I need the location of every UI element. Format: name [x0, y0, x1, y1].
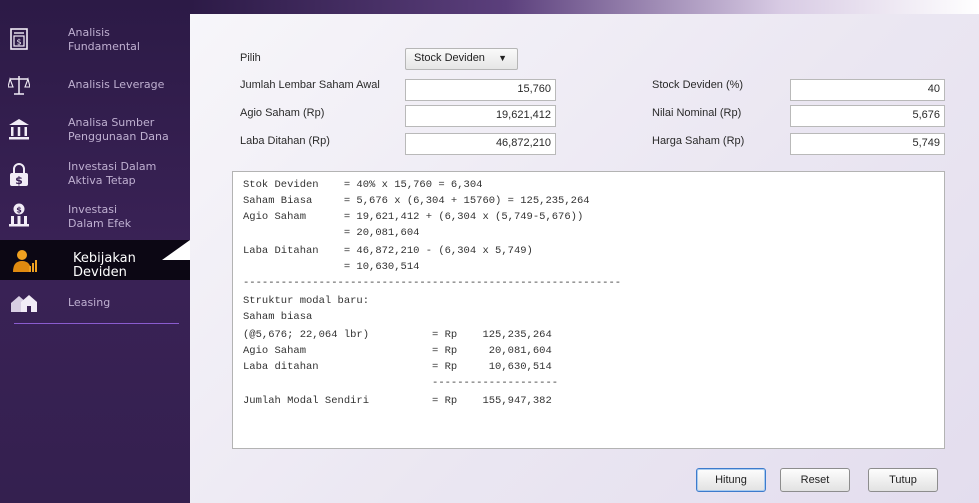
sidebar-divider — [14, 323, 179, 324]
laba-ditahan-label: Laba Ditahan (Rp) — [240, 135, 330, 147]
result-line: -------------------- — [243, 377, 559, 389]
stock-deviden-label: Stock Deviden (%) — [652, 79, 744, 91]
pilih-selected-value: Stock Deviden — [414, 52, 485, 64]
harga-saham-label: Harga Saham (Rp) — [652, 135, 745, 147]
sidebar-item-analisis-fundamental[interactable]: $ Analisis Fundamental — [0, 22, 190, 58]
result-line: Laba ditahan = Rp 10,630,514 — [243, 361, 552, 373]
pilih-dropdown[interactable]: Stock Deviden ▼ — [405, 48, 518, 70]
sidebar-item-label: Analisa Sumber Penggunaan Dana — [68, 116, 169, 143]
sidebar-item-kebijakan-deviden[interactable]: Kebijakan Deviden — [0, 240, 190, 280]
result-line: Saham Biasa = 5,676 x (6,304 + 15760) = … — [243, 195, 590, 207]
sidebar-item-analisa-sumber[interactable]: Analisa Sumber Penggunaan Dana — [0, 112, 190, 148]
jumlah-lembar-field[interactable]: 15,760 — [405, 79, 556, 101]
hitung-button[interactable]: Hitung — [696, 468, 766, 492]
lock-dollar-icon: $ — [8, 163, 30, 187]
sidebar-item-analisis-leverage[interactable]: Analisis Leverage — [0, 72, 190, 98]
pilih-label: Pilih — [240, 52, 261, 64]
nilai-nominal-field[interactable]: 5,676 — [790, 105, 945, 127]
agio-saham-field[interactable]: 19,621,412 — [405, 105, 556, 127]
reset-button[interactable]: Reset — [780, 468, 850, 492]
result-line: Stok Deviden = 40% x 15,760 = 6,304 — [243, 179, 483, 191]
sidebar-item-label: Analisis Leverage — [68, 78, 165, 91]
sidebar-item-label: Investasi Dalam Aktiva Tetap — [68, 160, 157, 187]
top-header-strip — [190, 0, 979, 14]
sidebar: $ Analisis Fundamental Analisis Leverage… — [0, 0, 190, 503]
svg-text:$: $ — [16, 38, 21, 47]
sidebar-item-investasi-aktiva[interactable]: $ Investasi Dalam Aktiva Tetap — [0, 156, 190, 192]
result-line: Agio Saham = 19,621,412 + (6,304 x (5,74… — [243, 211, 584, 223]
active-indicator — [162, 240, 190, 260]
nilai-nominal-label: Nilai Nominal (Rp) — [652, 107, 742, 119]
sidebar-item-investasi-efek[interactable]: $ Investasi Dalam Efek — [0, 198, 190, 234]
svg-text:$: $ — [16, 206, 22, 215]
result-line: (@5,676; 22,064 lbr) = Rp 125,235,264 — [243, 329, 552, 341]
svg-text:$: $ — [15, 174, 23, 187]
sidebar-item-label: Leasing — [68, 296, 111, 309]
result-textarea[interactable]: Stok Deviden = 40% x 15,760 = 6,304 Saha… — [232, 171, 945, 449]
scale-icon — [8, 74, 30, 96]
sidebar-item-label: Investasi Dalam Efek — [68, 203, 132, 230]
result-line: Struktur modal baru: — [243, 295, 370, 307]
sidebar-item-leasing[interactable]: Leasing — [0, 290, 190, 316]
laba-ditahan-field[interactable]: 46,872,210 — [405, 133, 556, 155]
result-line: ----------------------------------------… — [243, 277, 622, 289]
bank-coin-icon: $ — [8, 203, 30, 227]
result-line: Jumlah Modal Sendiri = Rp 155,947,382 — [243, 395, 552, 407]
agio-saham-label: Agio Saham (Rp) — [240, 107, 325, 119]
bank-icon — [8, 118, 30, 140]
result-line: Saham biasa — [243, 311, 313, 323]
stock-deviden-field[interactable]: 40 — [790, 79, 945, 101]
person-chart-icon — [12, 248, 38, 274]
result-line: = 20,081,604 — [243, 227, 420, 239]
result-line: Laba Ditahan = 46,872,210 - (6,304 x 5,7… — [243, 245, 533, 257]
chevron-down-icon: ▼ — [498, 53, 507, 63]
harga-saham-field[interactable]: 5,749 — [790, 133, 945, 155]
result-line: = 10,630,514 — [243, 261, 420, 273]
houses-icon — [10, 292, 38, 314]
jumlah-lembar-label: Jumlah Lembar Saham Awal — [240, 79, 380, 91]
tutup-button[interactable]: Tutup — [868, 468, 938, 492]
document-icon: $ — [8, 28, 30, 50]
result-line: Agio Saham = Rp 20,081,604 — [243, 345, 552, 357]
sidebar-item-label: Analisis Fundamental — [68, 26, 140, 53]
